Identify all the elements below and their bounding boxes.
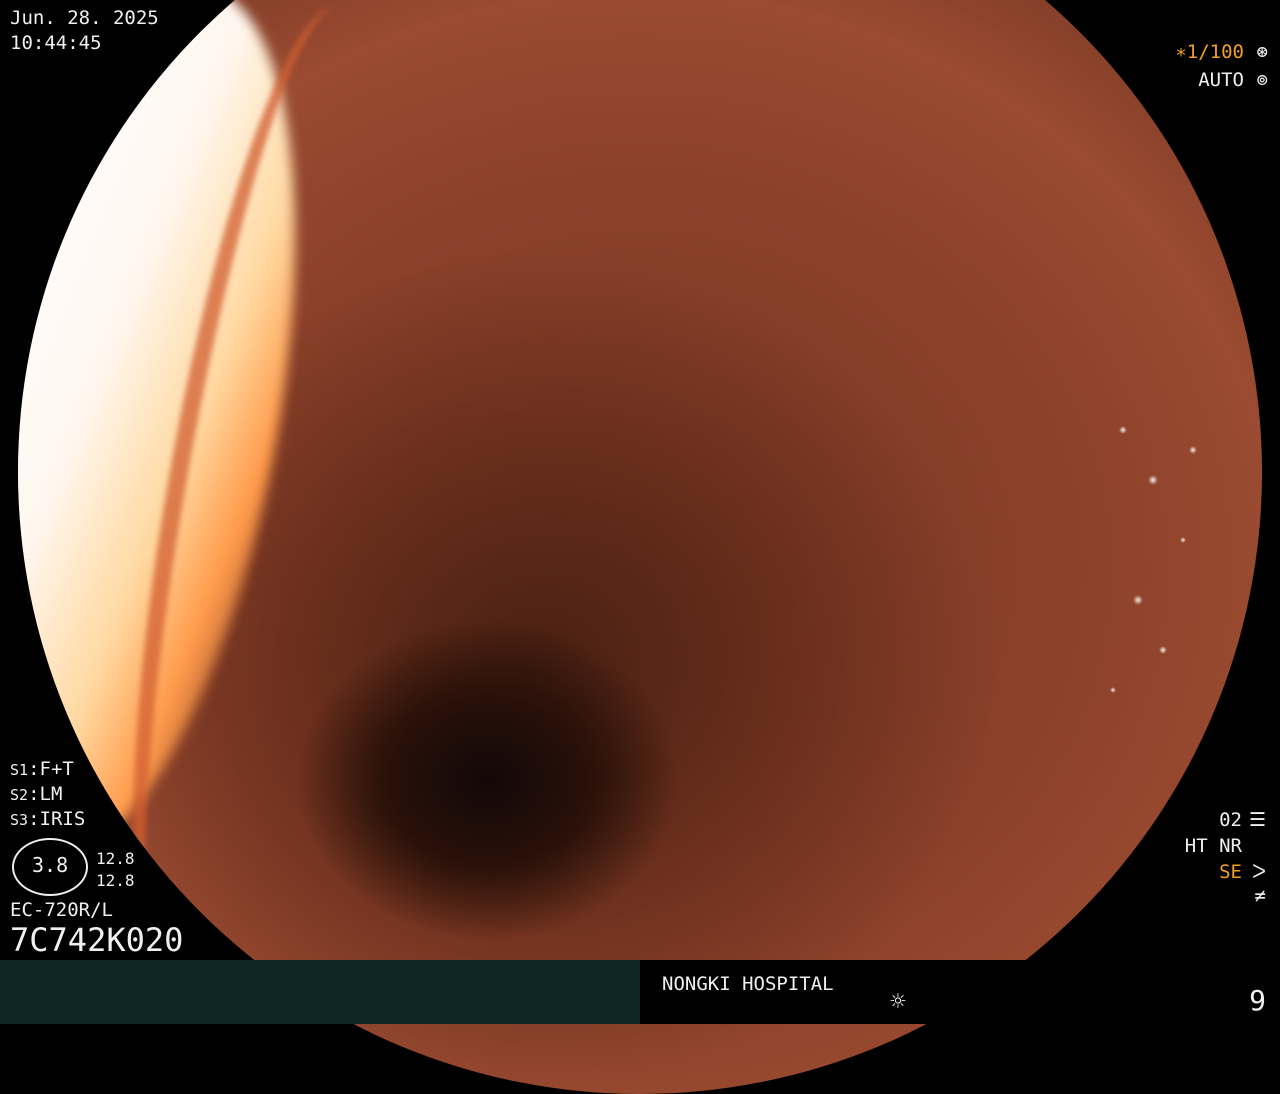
setting-s1: S1:F+T	[10, 758, 74, 780]
time-label: 10:44:45	[10, 32, 102, 54]
date-label: Jun. 28. 2025	[10, 7, 159, 29]
channel-label: 02	[1219, 809, 1242, 831]
settings-sliders-icon: ☰	[1248, 809, 1266, 831]
iris-icon: ⊚	[1256, 69, 1268, 91]
endoscope-view	[18, 0, 1262, 1094]
footer-panel	[0, 960, 640, 1024]
scope-value-bottom: 12.8	[96, 871, 135, 890]
specular-reflections	[1093, 390, 1233, 810]
shutter-label: ∗1/100	[1175, 41, 1244, 63]
hospital-name: NONGKI HOSPITAL	[662, 973, 834, 995]
setting-s2: S2:LM	[10, 783, 63, 805]
footer-bar: NONGKI HOSPITAL ☼ 9	[0, 960, 1280, 1024]
setting-s3: S3:IRIS	[10, 808, 86, 830]
enhance-icon: ᐳ	[1252, 861, 1266, 883]
scope-model: EC-720R/L	[10, 899, 113, 921]
ring-value: 3.8	[32, 853, 69, 877]
ht-nr-label: HT NR	[1184, 835, 1242, 857]
image-index: 9	[1249, 984, 1266, 1017]
mode-label: AUTO	[1198, 69, 1244, 91]
se-label: SE	[1219, 861, 1242, 883]
scope-serial: 7C742K020	[10, 921, 184, 959]
sun-icon: ☼	[890, 987, 906, 1017]
not-equal-icon: ≠	[1254, 885, 1266, 907]
shutter-icon: ⊛	[1256, 41, 1268, 63]
